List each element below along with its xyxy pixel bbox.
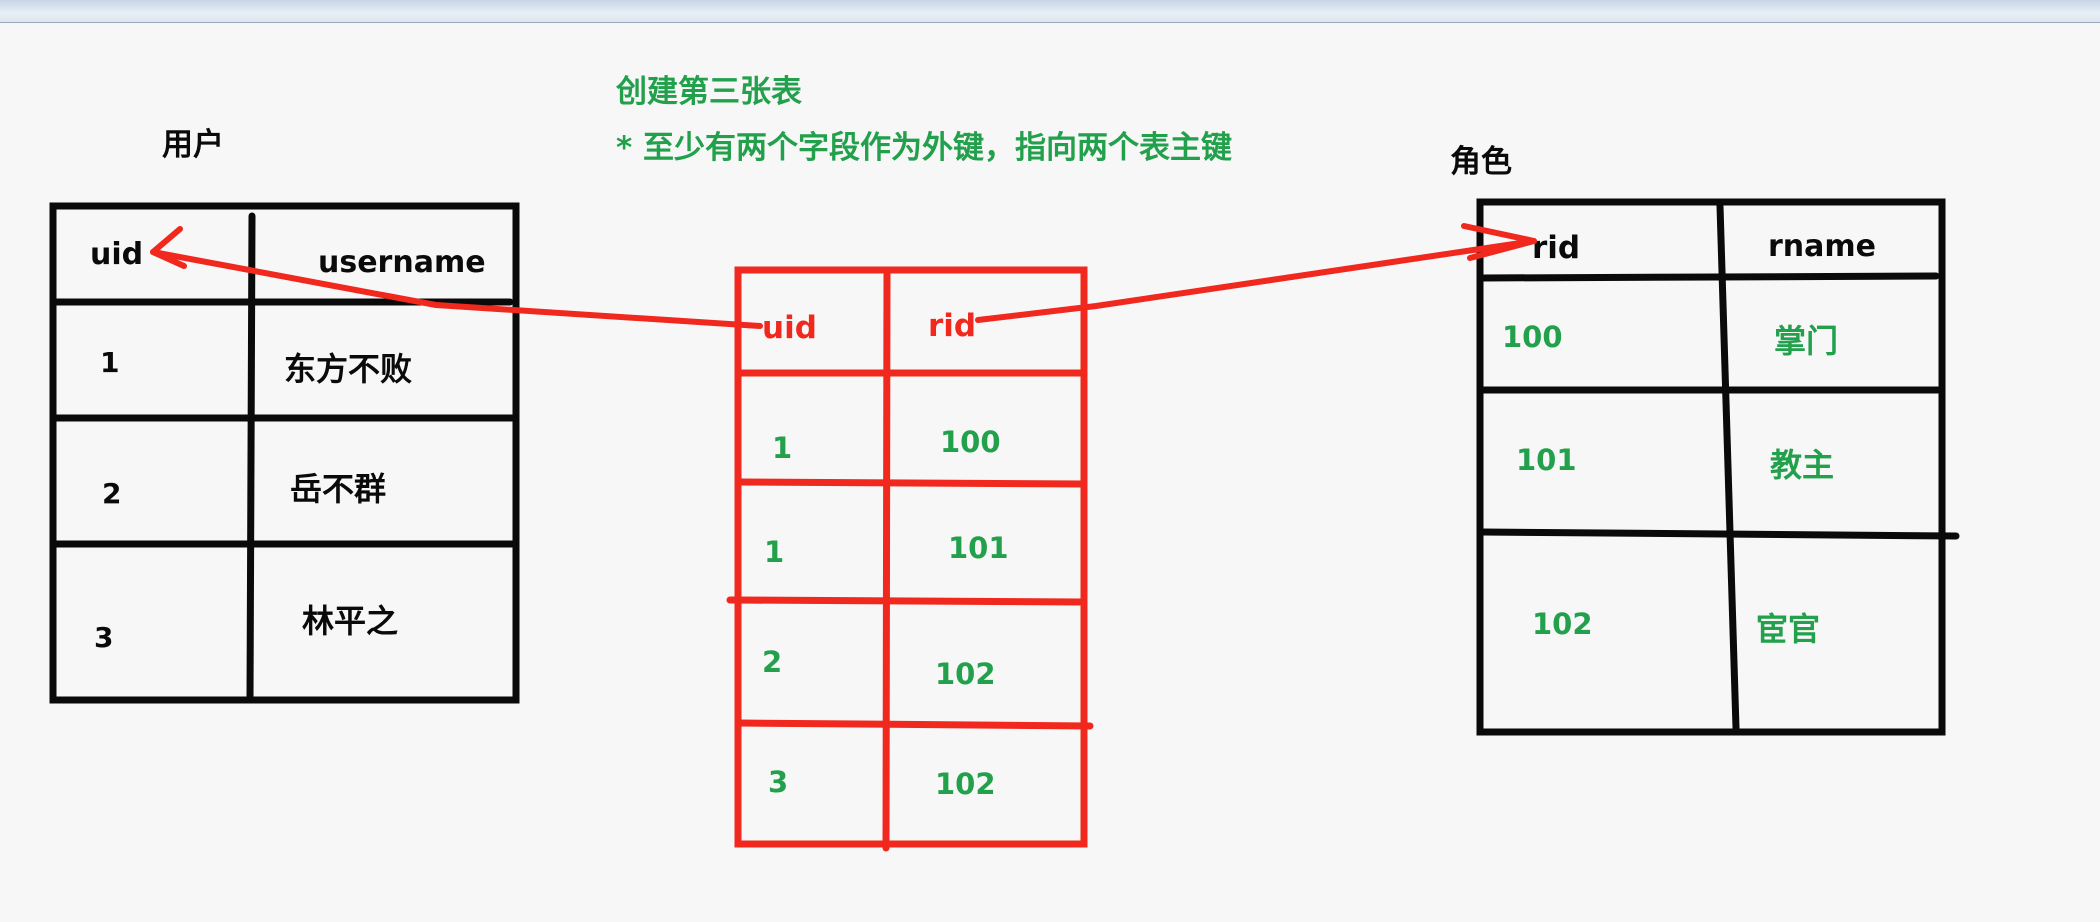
role-table-cell-rname: 宦官 (1756, 610, 1820, 648)
link-table-header-rid: rid (928, 308, 976, 344)
user-table-cell-uid: 3 (94, 621, 113, 654)
role-table-cell-rid: 101 (1516, 443, 1577, 477)
link-table-row-divider (726, 596, 1086, 606)
user-table-cell-uid: 2 (102, 477, 121, 510)
role-table-column-divider (1716, 202, 1740, 732)
link-table-header-uid: uid (762, 310, 817, 346)
role-table: 角色 rid rname 100 掌门 101 教主 102 宦官 (1450, 144, 1960, 736)
user-table-cell-uid: 1 (100, 346, 119, 379)
user-table-grid (49, 202, 520, 704)
link-table-column-divider (882, 268, 891, 852)
link-table-row-divider (736, 478, 1086, 488)
role-table-cell-rname: 掌门 (1774, 322, 1838, 360)
role-table-caption: 角色 (1450, 144, 1512, 180)
role-table-header-rid: rid (1532, 230, 1580, 266)
role-table-row-divider (1478, 528, 1960, 540)
user-table-cell-username: 东方不败 (284, 350, 412, 388)
user-table-header-uid: uid (90, 237, 143, 272)
link-table-border (734, 266, 1088, 848)
diagram-canvas: 创建第三张表 * 至少有两个字段作为外键，指向两个表主键 用户 uid user… (49, 74, 1960, 852)
link-table-cell-rid: 100 (940, 425, 1001, 459)
link-table-cell-uid: 2 (762, 645, 782, 679)
link-table-cell-uid: 1 (772, 431, 792, 465)
user-table-caption: 用户 (162, 127, 224, 163)
link-table-cell-uid: 1 (764, 535, 784, 569)
link-table-cell-rid: 102 (935, 767, 996, 801)
arrow-uid-to-user-head (150, 226, 187, 269)
role-table-header-divider (1478, 272, 1940, 282)
user-table-cell-username: 林平之 (302, 602, 398, 640)
role-table-header-rname: rname (1768, 229, 1876, 264)
arrow-rid-to-role-shaft (975, 238, 1537, 323)
user-table-header-username: username (318, 245, 486, 280)
annotation-title: 创建第三张表 (615, 74, 802, 110)
link-table-cell-rid: 102 (935, 657, 996, 691)
arrow-rid-to-role-head (1461, 223, 1537, 261)
role-table-cell-rname: 教主 (1770, 446, 1834, 484)
role-table-cell-rid: 102 (1532, 607, 1593, 641)
link-table: uid rid 1 100 1 101 2 102 3 102 (726, 266, 1094, 852)
annotation-note: * 至少有两个字段作为外键，指向两个表主键 (616, 130, 1232, 166)
link-table-row-divider (734, 719, 1094, 730)
user-table-cell-username: 岳不群 (290, 470, 386, 508)
link-table-cell-rid: 101 (948, 531, 1009, 565)
user-table-column-divider (246, 212, 256, 702)
user-table-border (49, 202, 520, 704)
link-table-cell-uid: 3 (768, 765, 788, 799)
role-table-cell-rid: 100 (1502, 320, 1563, 354)
user-table: 用户 uid username 1 东方不败 2 岳不群 3 林平之 (49, 127, 520, 704)
